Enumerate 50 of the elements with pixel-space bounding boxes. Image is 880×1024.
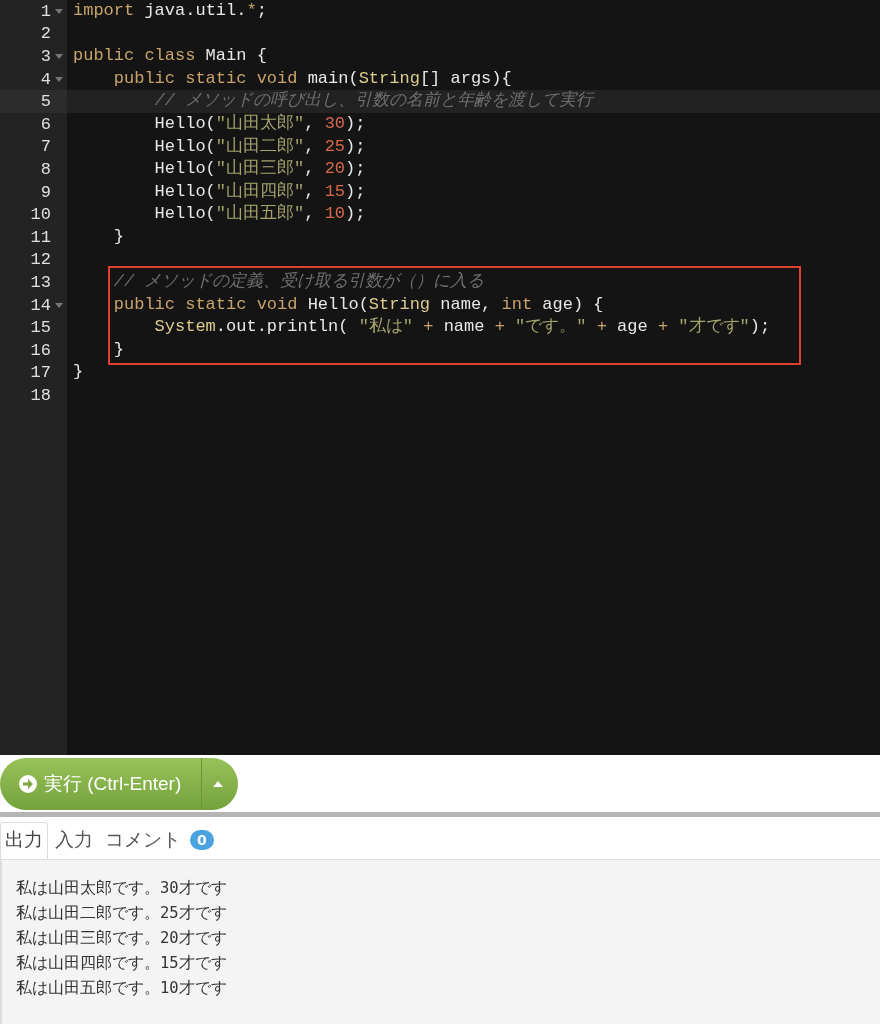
output-line: 私は山田二郎です。25才です [16,903,228,924]
code-line: Hello("山田二郎", 25); [153,137,366,157]
output-line: 私は山田太郎です。30才です [16,878,228,899]
output-line: 私は山田三郎です。20才です [16,928,228,949]
line-number: 8 [40,160,51,178]
output-line: 私は山田五郎です。10才です [16,978,228,999]
code-line: public static void Hello(String name, int age) { [112,295,604,315]
code-line: public static void main(String[] args){ [112,69,512,89]
line-number: 5 [40,93,51,111]
code-line: // メソッドの定義、受け取る引数が（）に入る [112,273,485,292]
caret-icon [213,780,223,787]
fold-caret-icon[interactable] [55,54,63,59]
line-number: 16 [30,341,51,359]
tab[interactable]: 入力 [50,822,98,859]
count-badge: 0 [190,830,214,850]
arrow-circle-icon [18,773,38,794]
tab[interactable]: コメント [100,822,186,859]
line-number: 3 [40,48,51,65]
line-number: 10 [30,206,51,224]
tab[interactable]: 出力 [0,822,48,859]
line-number: 14 [30,296,51,314]
code-line: } [112,227,124,247]
line-number: 9 [40,183,51,201]
line-number: 12 [30,251,51,269]
fold-caret-icon[interactable] [55,302,63,308]
line-number: 4 [40,70,51,88]
line-number: 7 [40,138,51,156]
code-line: public class Main { [73,47,267,66]
code-line: System.out.println( "私は" + name + "です。" + age + "才です"); [153,318,771,337]
code-line: Hello("山田太郎", 30); [153,114,366,134]
code-line: Hello("山田五郎", 10); [153,205,366,224]
code-line: } [112,340,124,360]
line-number: 2 [40,25,51,43]
line-number: 13 [30,273,51,291]
line-number: 15 [30,319,51,337]
code-line: import java.util.*; [73,1,267,21]
code-line: // メソッドの呼び出し、引数の名前と年齢を渡して実行 [153,92,594,111]
line-number: 1 [40,2,51,20]
fold-caret-icon[interactable] [55,76,63,82]
code-line: Hello("山田三郎", 20); [153,160,366,179]
line-number: 11 [30,228,51,246]
line-number: 6 [40,115,51,133]
line-number: 18 [30,386,51,404]
code-line: } [73,363,84,383]
fold-caret-icon[interactable] [55,8,63,14]
dropdown-button[interactable] [201,757,238,810]
code-line: Hello("山田四郎", 15); [153,182,366,202]
code-editor[interactable] [0,0,880,755]
output-line: 私は山田四郎です。15才です [16,953,228,974]
line-number: 17 [30,364,51,382]
